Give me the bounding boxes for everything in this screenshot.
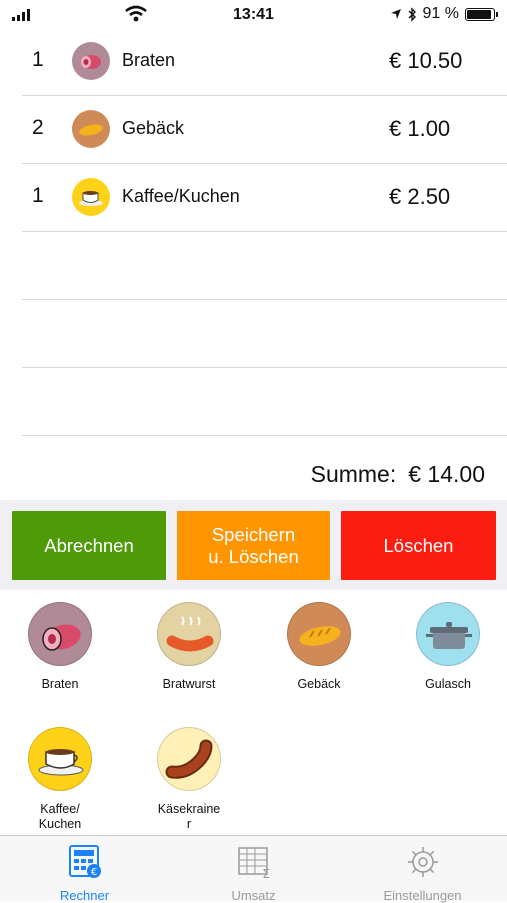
tab-einstellungen[interactable]: Einstellungen bbox=[338, 836, 507, 903]
cheese-sausage-icon bbox=[157, 727, 221, 791]
total-value: € 14.00 bbox=[408, 461, 485, 487]
product-braten[interactable]: Braten bbox=[0, 602, 120, 692]
order-quantity: 1 bbox=[32, 48, 44, 71]
product-kaesekrainer[interactable]: Käsekraine r bbox=[129, 727, 249, 832]
total-label: Summe: bbox=[310, 461, 397, 487]
product-bratwurst[interactable]: Bratwurst bbox=[129, 602, 249, 692]
save-label-line1: Speichern bbox=[211, 523, 296, 545]
product-gulasch[interactable]: Gulasch bbox=[388, 602, 507, 692]
coffee-icon bbox=[72, 178, 110, 216]
order-row[interactable]: 1 Braten € 10.50 bbox=[22, 28, 507, 96]
product-label: Gulasch bbox=[425, 677, 471, 691]
roast-icon bbox=[28, 602, 92, 666]
order-quantity: 2 bbox=[32, 116, 44, 139]
delete-button[interactable]: Löschen bbox=[341, 511, 496, 580]
order-list: 1 Braten € 10.50 2 Gebäck € 1.00 1 Kaffe… bbox=[22, 28, 507, 436]
order-price: € 10.50 bbox=[389, 48, 463, 73]
product-label: Bratwurst bbox=[162, 677, 216, 691]
empty-row bbox=[22, 232, 507, 300]
tab-label: Einstellungen bbox=[383, 888, 462, 903]
total: Summe: € 14.00 bbox=[311, 461, 485, 488]
delete-label: Löschen bbox=[383, 534, 454, 556]
product-label: Braten bbox=[41, 677, 79, 691]
save-and-clear-button[interactable]: Speichern u. Löschen bbox=[177, 511, 330, 580]
order-quantity: 1 bbox=[32, 184, 44, 207]
empty-row bbox=[22, 368, 507, 436]
checkout-button[interactable]: Abrechnen bbox=[12, 511, 166, 580]
tab-umsatz[interactable]: Σ Umsatz bbox=[169, 836, 338, 903]
pot-icon bbox=[416, 602, 480, 666]
action-bar: Abrechnen Speichern u. Löschen Löschen bbox=[0, 500, 507, 590]
tab-label: Umsatz bbox=[231, 888, 276, 903]
bread-icon bbox=[287, 602, 351, 666]
sausage-icon bbox=[157, 602, 221, 666]
svg-text:Σ: Σ bbox=[262, 867, 270, 880]
order-name: Braten bbox=[122, 50, 176, 70]
product-label: Gebäck bbox=[297, 677, 341, 691]
svg-text:€: € bbox=[90, 867, 96, 878]
gear-icon bbox=[407, 847, 438, 877]
order-row[interactable]: 1 Kaffee/Kuchen € 2.50 bbox=[22, 164, 507, 232]
save-label-line2: u. Löschen bbox=[208, 545, 299, 567]
tab-label: Rechner bbox=[59, 888, 110, 903]
product-gebaeck[interactable]: Gebäck bbox=[259, 602, 379, 692]
empty-row bbox=[22, 300, 507, 368]
order-price: € 2.50 bbox=[389, 184, 451, 209]
tab-bar: € Rechner Σ Umsatz Einstellungen bbox=[0, 835, 507, 903]
product-label: Kaffee/ Kuchen bbox=[38, 802, 82, 831]
location-arrow-icon bbox=[390, 9, 401, 19]
bluetooth-icon bbox=[408, 6, 416, 22]
product-label: Käsekraine r bbox=[157, 802, 221, 831]
checkout-label: Abrechnen bbox=[44, 534, 134, 556]
order-name: Kaffee/Kuchen bbox=[122, 186, 240, 206]
bread-icon bbox=[72, 110, 110, 148]
battery-icon bbox=[465, 7, 498, 21]
spreadsheet-sum-icon: Σ bbox=[237, 847, 270, 881]
calculator-icon: € bbox=[68, 845, 101, 878]
order-price: € 1.00 bbox=[389, 116, 451, 141]
coffee-icon bbox=[28, 727, 92, 791]
roast-icon bbox=[72, 42, 110, 80]
battery-percent: 91 % bbox=[422, 5, 459, 22]
order-name: Gebäck bbox=[122, 118, 185, 138]
status-bar: 13:41 91 % bbox=[0, 0, 507, 30]
order-row[interactable]: 2 Gebäck € 1.00 bbox=[22, 96, 507, 164]
product-kaffee-kuchen[interactable]: Kaffee/ Kuchen bbox=[0, 727, 120, 832]
tab-rechner[interactable]: € Rechner bbox=[0, 836, 169, 903]
